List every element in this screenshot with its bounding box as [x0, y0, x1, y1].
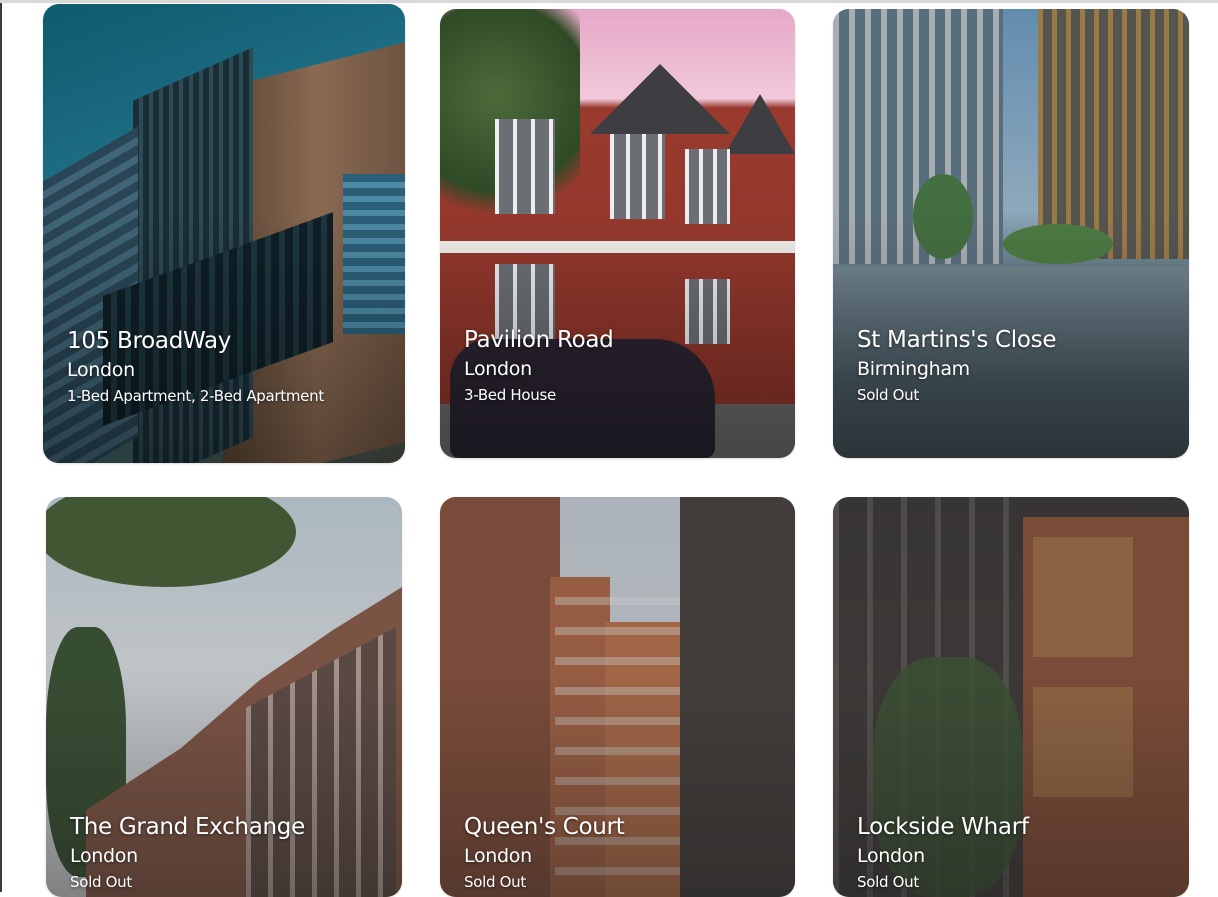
- listing-caption: Pavilion Road London 3-Bed House: [464, 325, 614, 406]
- listing-status: Sold Out: [70, 873, 132, 891]
- listing-card-105-broadway[interactable]: 105 BroadWay London 1-Bed Apartment, 2-B…: [43, 4, 405, 463]
- browser-top-edge: [0, 0, 1218, 3]
- listing-city: Birmingham: [857, 358, 970, 380]
- listing-city: London: [70, 845, 138, 867]
- listing-card-st-martins-close[interactable]: St Martins's Close Birmingham Sold Out: [833, 9, 1189, 458]
- listing-status: Sold Out: [464, 873, 526, 891]
- listing-card-the-grand-exchange[interactable]: The Grand Exchange London Sold Out: [46, 497, 402, 897]
- listing-property-types: 1-Bed Apartment, 2-Bed Apartment: [67, 387, 324, 405]
- listing-card-lockside-wharf[interactable]: Lockside Wharf London Sold Out: [833, 497, 1189, 897]
- listing-title: St Martins's Close: [857, 327, 1057, 353]
- listing-city: London: [67, 359, 135, 381]
- listing-city: London: [857, 845, 925, 867]
- listing-status: Sold Out: [857, 386, 919, 404]
- listing-title: Pavilion Road: [464, 327, 614, 353]
- listing-city: London: [464, 358, 532, 380]
- page-left-edge: [0, 3, 2, 892]
- listing-city: London: [464, 845, 532, 867]
- listing-status: Sold Out: [857, 873, 919, 891]
- listing-property-types: 3-Bed House: [464, 386, 556, 404]
- listing-title: Queen's Court: [464, 814, 625, 840]
- listing-caption: Lockside Wharf London Sold Out: [857, 812, 1029, 893]
- listing-caption: 105 BroadWay London 1-Bed Apartment, 2-B…: [67, 326, 324, 407]
- listing-title: Lockside Wharf: [857, 814, 1029, 840]
- listing-title: 105 BroadWay: [67, 328, 232, 354]
- listing-title: The Grand Exchange: [70, 814, 305, 840]
- listing-card-queens-court[interactable]: Queen's Court London Sold Out: [440, 497, 795, 897]
- listing-card-pavilion-road[interactable]: Pavilion Road London 3-Bed House: [440, 9, 795, 458]
- listing-caption: Queen's Court London Sold Out: [464, 812, 625, 893]
- listing-caption: St Martins's Close Birmingham Sold Out: [857, 325, 1056, 406]
- listing-caption: The Grand Exchange London Sold Out: [70, 812, 305, 893]
